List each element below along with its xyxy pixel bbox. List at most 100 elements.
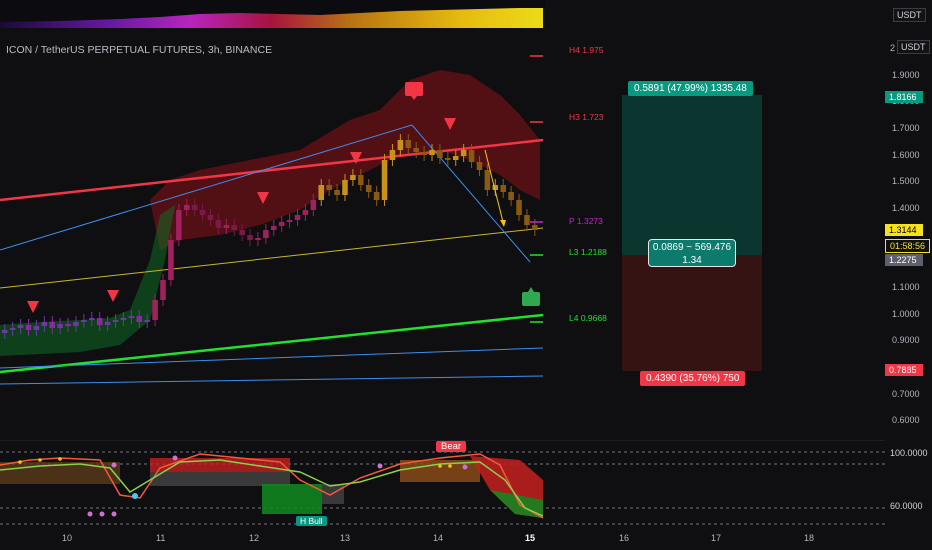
candle [183,205,190,210]
candle [437,150,443,158]
time-tick: 13 [340,533,351,543]
price-tick: 2 [890,43,896,53]
candle [350,175,356,180]
candle [484,170,491,190]
candle [120,318,127,320]
blue-channel-lower[interactable] [0,375,544,385]
candle [429,150,435,155]
price-tick: 1.6000 [892,150,920,160]
bar-countdown: 01:58:56 [885,239,931,253]
price-tick: 1.4000 [892,203,920,213]
candle [358,175,364,185]
candle [176,210,182,240]
candle [199,210,206,215]
candle [397,140,404,150]
candle [17,325,24,328]
oscillator-pane[interactable] [0,440,885,530]
candle [476,162,483,170]
candle [373,192,380,200]
candle [168,240,174,280]
price-tick: 0.6000 [892,415,920,425]
candle [136,316,143,322]
candle [294,215,301,220]
position-ratio: 1.34 [682,255,702,266]
candle [452,156,459,160]
candle [318,185,325,200]
candle [112,320,119,322]
candle [310,200,317,210]
top-currency-label[interactable]: USDT [893,8,926,22]
candle [41,322,48,326]
time-tick: 10 [62,533,73,543]
candle [49,322,56,328]
candle [104,322,111,325]
candle [73,322,79,326]
current-price-tag: 1.3144 [885,224,923,236]
candle [508,192,514,200]
time-tick: 16 [619,533,630,543]
candle [9,328,16,330]
candle [263,230,269,238]
price-tick: 1.0000 [892,309,920,319]
candle [81,320,87,322]
candle [271,226,277,230]
target-label[interactable]: 0.5891 (47.99%) 1335.48 [628,81,753,96]
candle [144,320,150,322]
candle [524,215,530,225]
time-tick: 11 [156,533,166,543]
pivot-l3: L3 1.2188 [569,247,607,257]
hbull-label: H Bull [296,516,327,526]
target-zone[interactable] [622,95,762,255]
candle [421,152,427,155]
price-currency-label[interactable]: USDT [897,40,930,54]
pivot-l4: L4 0.9668 [569,313,607,323]
stop-label[interactable]: 0.4390 (35.76%) 750 [640,371,746,386]
candle [365,185,372,192]
candle [223,225,230,228]
candle [255,238,261,240]
indicator-tick: 60.0000 [890,501,923,511]
time-tick: 17 [711,533,722,543]
candle [33,326,40,330]
candle [65,324,71,326]
candle [25,325,32,330]
candle [89,318,95,320]
candle [302,210,309,215]
candle [128,316,135,318]
candle [532,225,538,230]
time-tick: 18 [804,533,815,543]
candle [342,180,348,195]
candle [207,215,214,220]
green-cloud [0,205,175,356]
candle [215,220,222,228]
stop-price-tag: 0.7885 [885,364,923,376]
candle [468,150,475,162]
candle [389,150,396,160]
yellow-trendline[interactable] [0,227,544,289]
candle [191,205,198,210]
pivot-p: P 1.3273 [569,216,603,226]
bear-label: Bear [436,441,467,452]
candle [57,324,63,328]
candle [334,190,340,195]
candle [381,160,388,200]
price-tick: 1.9000 [892,70,920,80]
candle [160,280,166,300]
entry-price-tag: 1.2275 [885,254,923,266]
pivot-h3: H3 1.723 [569,112,604,122]
target-price-tag: 1.8166 [885,91,923,103]
position-risk-reward-value: 0.0869 ~ 569.476 [652,242,732,253]
candle [96,318,103,325]
stop-zone[interactable] [622,255,762,371]
time-tick: 15 [525,533,536,543]
symbol-title: ICON / TetherUS PERPETUAL FUTURES, 3h, B… [6,44,273,56]
time-tick: 12 [249,533,260,543]
position-center-label[interactable]: 0.0869 ~ 569.476 1.34 [648,239,736,267]
candle [152,300,158,320]
candle [413,148,419,152]
time-tick: 14 [433,533,444,543]
indicator-tick: 100.0000 [890,448,928,458]
candle [231,225,237,230]
candle [239,230,245,235]
candle [286,220,293,222]
